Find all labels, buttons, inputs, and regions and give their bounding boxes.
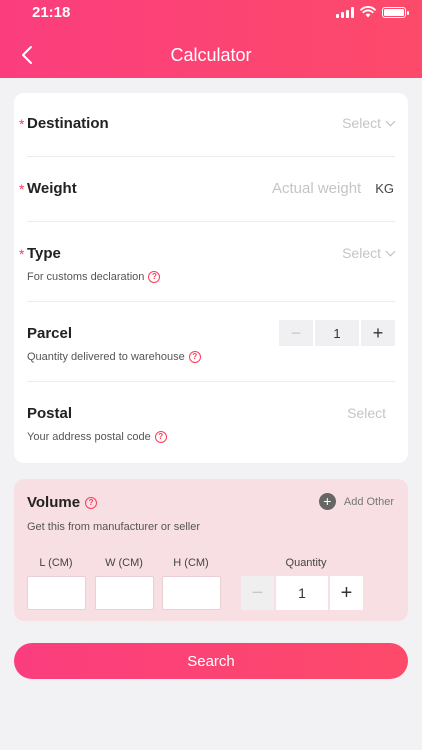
volume-section: Volume ? + Add Other Get this from manuf… bbox=[14, 479, 408, 621]
weight-field[interactable]: Actual weight KG bbox=[272, 180, 394, 197]
calculator-form: * Destination Select * Weight Actual wei… bbox=[14, 93, 408, 463]
status-time: 21:18 bbox=[32, 4, 71, 21]
parcel-quantity-stepper[interactable]: − 1 + bbox=[279, 320, 395, 346]
parcel-label: Parcel bbox=[27, 325, 73, 342]
help-icon[interactable]: ? bbox=[154, 431, 167, 443]
type-label: Type bbox=[27, 245, 61, 262]
length-input[interactable] bbox=[27, 576, 86, 610]
add-other-button[interactable]: + Add Other bbox=[318, 493, 394, 510]
destination-row[interactable]: * Destination Select bbox=[14, 93, 408, 157]
volume-quantity-stepper[interactable]: − 1 + bbox=[241, 576, 363, 610]
quantity-label: Quantity bbox=[285, 557, 327, 569]
destination-label: Destination bbox=[27, 115, 109, 132]
wifi-icon bbox=[360, 6, 376, 18]
plus-circle-icon: + bbox=[318, 493, 336, 510]
destination-select[interactable]: Select bbox=[342, 115, 396, 131]
decrement-button[interactable]: − bbox=[241, 576, 274, 610]
app-header: 21:18 Calculator bbox=[0, 0, 422, 78]
postal-value: Select bbox=[347, 405, 386, 421]
help-icon[interactable]: ? bbox=[188, 351, 201, 363]
parcel-quantity-value[interactable]: 1 bbox=[315, 320, 359, 346]
chevron-down-icon bbox=[385, 116, 396, 126]
volume-title: Volume ? bbox=[27, 494, 98, 511]
height-label: H (CM) bbox=[173, 557, 209, 569]
volume-hint: Get this from manufacturer or seller bbox=[27, 521, 201, 533]
height-input[interactable] bbox=[162, 576, 221, 610]
volume-label: Volume bbox=[27, 494, 81, 511]
battery-icon bbox=[382, 6, 409, 18]
add-other-label: Add Other bbox=[343, 495, 394, 508]
search-button[interactable]: Search bbox=[14, 643, 408, 679]
weight-row: * Weight Actual weight KG bbox=[14, 157, 408, 222]
page-title: Calculator bbox=[170, 45, 252, 65]
help-icon[interactable]: ? bbox=[85, 496, 98, 509]
chevron-down-icon bbox=[385, 246, 396, 256]
type-value: Select bbox=[342, 245, 381, 261]
width-input[interactable] bbox=[95, 576, 154, 610]
increment-button[interactable]: + bbox=[361, 320, 395, 346]
required-mark: * bbox=[19, 246, 25, 262]
postal-label: Postal bbox=[27, 405, 73, 422]
destination-value: Select bbox=[342, 115, 381, 131]
type-row[interactable]: * Type Select For customs declaration ? bbox=[14, 222, 408, 302]
status-icons bbox=[336, 6, 409, 18]
weight-input[interactable]: Actual weight bbox=[272, 180, 361, 197]
postal-hint: Your address postal code ? bbox=[27, 431, 167, 443]
type-hint: For customs declaration ? bbox=[27, 271, 161, 283]
length-label: L (CM) bbox=[39, 557, 73, 569]
postal-select[interactable]: Select bbox=[347, 405, 386, 421]
status-bar: 21:18 bbox=[0, 0, 422, 26]
parcel-hint: Quantity delivered to warehouse ? bbox=[27, 351, 201, 363]
required-mark: * bbox=[19, 116, 25, 132]
help-icon[interactable]: ? bbox=[148, 271, 161, 283]
parcel-row: Parcel − 1 + Quantity delivered to wareh… bbox=[14, 302, 408, 382]
increment-button[interactable]: + bbox=[330, 576, 363, 610]
postal-row[interactable]: Postal Select Your address postal code ? bbox=[14, 382, 408, 463]
width-label: W (CM) bbox=[105, 557, 143, 569]
signal-icon bbox=[336, 6, 354, 18]
volume-quantity-value[interactable]: 1 bbox=[276, 576, 328, 610]
type-hint-text: For customs declaration bbox=[27, 271, 145, 283]
weight-unit: KG bbox=[375, 181, 394, 196]
postal-hint-text: Your address postal code bbox=[27, 431, 151, 443]
decrement-button[interactable]: − bbox=[279, 320, 313, 346]
type-select[interactable]: Select bbox=[342, 245, 396, 261]
weight-label: Weight bbox=[27, 180, 77, 197]
parcel-hint-text: Quantity delivered to warehouse bbox=[27, 351, 185, 363]
required-mark: * bbox=[19, 181, 25, 197]
